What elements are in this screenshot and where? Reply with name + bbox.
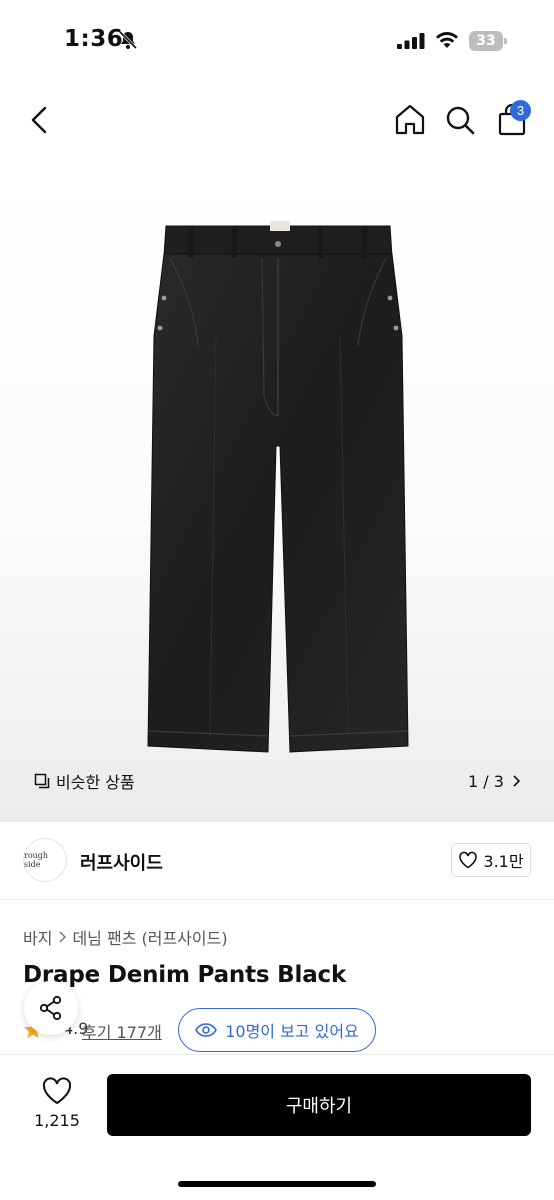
wifi-icon <box>436 32 458 48</box>
signal-icon <box>397 33 425 49</box>
battery-icon: 33 <box>469 31 507 51</box>
viewers-text: 10명이 보고 있어요 <box>225 1022 359 1041</box>
battery-tip <box>504 38 507 44</box>
home-indicator <box>178 1181 376 1187</box>
bell-slash-icon <box>118 30 138 50</box>
bottom-action-bar: 1,215 구매하기 <box>0 1054 554 1200</box>
wishlist-count: 1,215 <box>34 1111 80 1130</box>
product-image-gallery[interactable]: 비슷한 상품 1 / 3 <box>0 160 554 822</box>
product-image-denim-pants <box>147 221 409 753</box>
search-icon[interactable] <box>440 100 480 140</box>
image-pager-button[interactable]: 1 / 3 <box>458 764 530 798</box>
share-button[interactable] <box>24 981 78 1035</box>
brand-logo[interactable]: rough side <box>23 838 67 882</box>
breadcrumb-item-subcategory[interactable]: 데님 팬츠 (러프사이드) <box>72 925 227 949</box>
wishlist-button[interactable]: 1,215 <box>26 1077 88 1137</box>
share-icon <box>39 995 62 1021</box>
chevron-right-icon <box>59 931 67 943</box>
top-nav-bar <box>0 84 554 160</box>
home-icon[interactable] <box>390 100 430 140</box>
similar-products-button[interactable]: 비슷한 상품 <box>23 764 146 798</box>
status-bar: 1:36 33 <box>0 0 554 84</box>
eye-icon <box>195 1023 218 1037</box>
heart-icon <box>459 851 478 869</box>
heart-icon <box>42 1077 72 1105</box>
brand-like-count: 3.1만 <box>483 852 524 871</box>
copy-icon <box>34 773 50 789</box>
image-pager-label: 1 / 3 <box>468 771 504 791</box>
battery-level: 33 <box>469 31 503 51</box>
brand-name[interactable]: 러프사이드 <box>80 849 163 875</box>
review-count-link[interactable]: 후기 177개 <box>82 1019 162 1043</box>
brand-row: rough side 러프사이드 3.1만 <box>0 822 554 900</box>
buy-button[interactable]: 구매하기 <box>107 1074 531 1136</box>
breadcrumb-item-category[interactable]: 바지 <box>23 925 52 949</box>
chevron-right-icon <box>513 775 520 787</box>
similar-products-label: 비슷한 상품 <box>56 773 135 792</box>
brand-like-button[interactable]: 3.1만 <box>451 843 531 877</box>
rating-row: 4.9 후기 177개 10명이 보고 있어요 <box>23 1008 553 1052</box>
back-chevron-icon[interactable] <box>20 100 60 140</box>
status-time: 1:36 <box>64 26 124 52</box>
breadcrumb: 바지 데님 팬츠 (러프사이드) <box>23 925 228 949</box>
viewers-badge: 10명이 보고 있어요 <box>178 1008 376 1052</box>
cart-count-badge: 3 <box>510 100 531 121</box>
product-title: Drape Denim Pants Black <box>23 962 347 988</box>
